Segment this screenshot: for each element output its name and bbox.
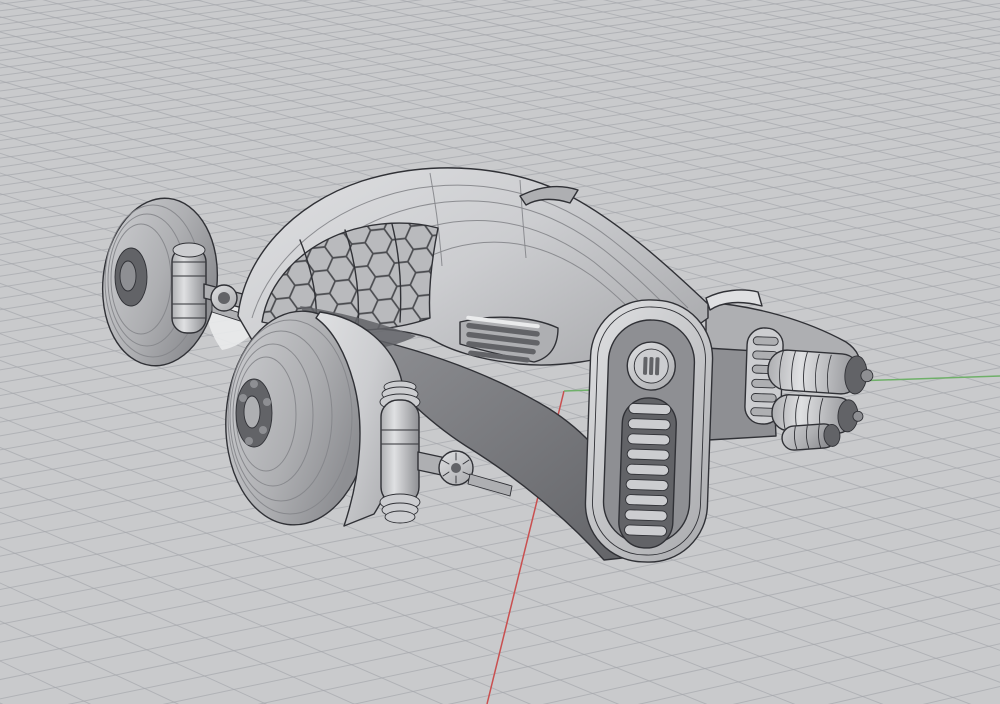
rear-grille	[624, 403, 671, 536]
ball-joint-center	[218, 292, 230, 304]
rear-frame	[583, 298, 714, 564]
rear-right-wing	[706, 302, 874, 451]
lower-link	[468, 474, 512, 496]
pod-nub	[860, 369, 873, 382]
hub-cap	[244, 396, 260, 428]
rear-grille-slat	[625, 510, 667, 521]
thruster-pod-upper	[767, 349, 875, 396]
rear-grille-slat	[624, 525, 666, 536]
shock-cap	[173, 243, 205, 257]
roller-pod	[781, 423, 841, 451]
damper	[380, 381, 420, 523]
knuckle-joint	[418, 451, 473, 485]
rear-grille-slat	[628, 418, 670, 429]
badge	[626, 341, 676, 391]
rear-grille-slat	[626, 479, 668, 490]
fin-grille-slat	[751, 393, 776, 402]
rear-grille-slat	[629, 403, 671, 414]
viewport-canvas[interactable]: Shaded wireframe 3D model of a four-whee…	[0, 0, 1000, 704]
rear-grille-slat	[628, 434, 670, 445]
pod-nub	[853, 411, 864, 422]
cad-viewport[interactable]: Shaded wireframe 3D model of a four-whee…	[0, 0, 1000, 704]
badge-emblem	[643, 357, 660, 376]
joint-center	[451, 463, 461, 473]
hub-cap	[120, 261, 136, 291]
fin-grille-slat	[753, 337, 778, 346]
front-left-wheel-assembly	[95, 193, 266, 372]
rear-grille-slat	[626, 464, 668, 475]
rear-grille-slat	[627, 449, 669, 460]
shock-absorber	[172, 243, 206, 333]
rear-grille-slat	[625, 494, 667, 505]
side-vents	[460, 316, 558, 363]
